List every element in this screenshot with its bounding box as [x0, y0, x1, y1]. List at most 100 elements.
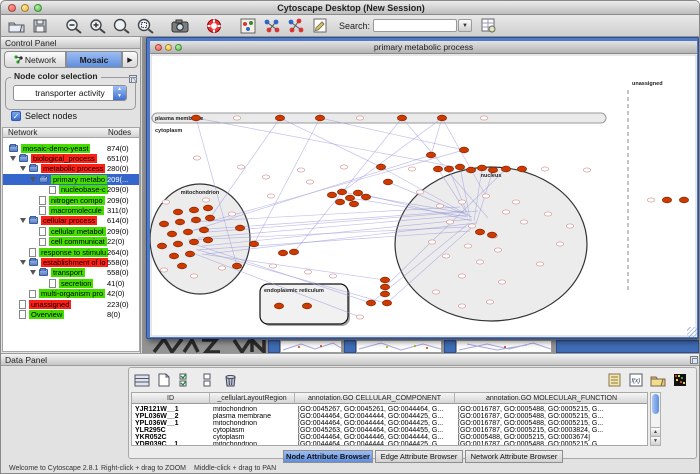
zoom-selected-icon[interactable] — [135, 17, 157, 35]
table-cell[interactable]: mitochondrion — [213, 406, 294, 413]
gene-node[interactable] — [175, 219, 184, 225]
gene-node-unselected[interactable] — [162, 200, 169, 204]
gene-node-unselected[interactable] — [480, 116, 487, 120]
gene-node[interactable] — [679, 197, 688, 203]
gene-node[interactable] — [177, 263, 186, 269]
search-input[interactable] — [373, 19, 457, 32]
table-column-header[interactable]: _cellularLayoutRegion — [210, 393, 295, 404]
table-cell[interactable]: [GO:0044464, GO:0044444, GO:0044425, G..… — [298, 420, 454, 427]
gene-node[interactable] — [361, 194, 370, 200]
gene-node-unselected[interactable] — [416, 190, 423, 194]
gene-node-unselected[interactable] — [306, 180, 313, 184]
gene-node-unselected[interactable] — [233, 116, 240, 120]
gene-node-unselected[interactable] — [432, 290, 439, 294]
title-bar[interactable]: Cytoscape Desktop (New Session) — [1, 1, 700, 15]
gene-node-unselected[interactable] — [458, 274, 465, 278]
table-scrollbar[interactable]: ▲ ▼ — [650, 392, 661, 446]
gene-node-unselected[interactable] — [458, 200, 465, 204]
select-attributes-icon[interactable] — [132, 371, 152, 389]
table-cell[interactable]: mitochondrion — [213, 420, 294, 427]
table-cell[interactable]: [GO:0016787, GO:0005488, GO:0005215, G..… — [458, 413, 648, 420]
gene-node[interactable] — [289, 249, 298, 255]
tree-item-establishment-of-lo[interactable]: establishment of lo558(0) — [3, 257, 139, 267]
background-window-corner[interactable] — [556, 340, 699, 353]
gene-node-unselected[interactable] — [356, 116, 363, 120]
layout-alt-icon[interactable] — [285, 17, 307, 35]
table-cell[interactable]: [GO:0016787, GO:0005488, GO:0005215, G..… — [458, 420, 648, 427]
gene-node[interactable] — [380, 277, 389, 283]
gene-node[interactable] — [477, 165, 486, 171]
gene-node[interactable] — [455, 164, 464, 170]
gene-node[interactable] — [383, 179, 392, 185]
gene-node-unselected[interactable] — [476, 260, 483, 264]
gene-node[interactable] — [353, 190, 362, 196]
tab-mosaic[interactable]: Mosaic — [66, 51, 122, 68]
annotation-icon[interactable] — [309, 17, 331, 35]
resize-grip[interactable] — [687, 327, 697, 337]
gene-node[interactable] — [249, 241, 258, 247]
scrollbar-thumb[interactable] — [652, 394, 659, 414]
gene-node[interactable] — [501, 166, 510, 172]
tree-item-secretion[interactable]: secretion41(0) — [3, 278, 139, 288]
minimize-icon[interactable] — [165, 44, 172, 51]
gene-node[interactable] — [189, 207, 198, 213]
gene-node[interactable] — [327, 192, 336, 198]
tree-item-macromolecule[interactable]: macromolecule311(0) — [3, 205, 139, 215]
gene-node[interactable] — [382, 300, 391, 306]
gene-node[interactable] — [433, 166, 442, 172]
background-window-corner[interactable] — [268, 340, 280, 353]
gene-node[interactable] — [488, 167, 497, 173]
gene-node-unselected[interactable] — [408, 167, 415, 171]
minimize-icon[interactable] — [21, 4, 29, 12]
gene-node[interactable] — [380, 291, 389, 297]
scroll-up-icon[interactable]: ▲ — [651, 427, 660, 436]
background-window-strip[interactable] — [280, 340, 342, 353]
gene-node-unselected[interactable] — [304, 270, 311, 274]
close-icon[interactable] — [8, 4, 16, 12]
tab-network-attribute-browser[interactable]: Network Attribute Browser — [465, 450, 563, 463]
table-cell[interactable]: YPL036W__2 — [135, 413, 209, 420]
gene-node[interactable] — [376, 164, 385, 170]
expander-icon[interactable] — [20, 218, 26, 223]
gene-node[interactable] — [315, 115, 324, 121]
table-cell[interactable]: YLR295C — [135, 427, 209, 434]
gene-node[interactable] — [335, 199, 344, 205]
tab-overflow-icon[interactable]: ▶ — [122, 51, 138, 68]
gene-node-unselected[interactable] — [193, 156, 200, 160]
expander-icon[interactable] — [30, 270, 36, 275]
gene-node[interactable] — [203, 205, 212, 211]
close-icon[interactable] — [155, 44, 162, 51]
snapshot-icon[interactable] — [169, 17, 191, 35]
unselect-all-icon[interactable] — [198, 371, 218, 389]
attribute-form-icon[interactable] — [604, 371, 624, 389]
gene-node[interactable] — [337, 189, 346, 195]
gene-node-unselected[interactable] — [502, 210, 509, 214]
create-attribute-icon[interactable] — [154, 371, 174, 389]
gene-node-unselected[interactable] — [486, 300, 493, 304]
gene-node[interactable] — [397, 115, 406, 121]
float-panel-icon[interactable] — [690, 356, 698, 364]
table-cell[interactable]: plasma membrane — [213, 413, 294, 420]
gene-node-unselected[interactable] — [237, 165, 244, 169]
table-cell[interactable]: [GO:0044464, GO:0044446, GO:0044444, G..… — [298, 434, 454, 441]
table-cell[interactable]: mitochondrion — [213, 441, 294, 446]
gene-node[interactable] — [173, 209, 182, 215]
tree-item-multi-organism-pro[interactable]: multi-organism pro42(0) — [3, 289, 139, 299]
table-column-header[interactable]: annotation.GO MOLECULAR_FUNCTION — [455, 393, 648, 404]
gene-node-unselected[interactable] — [428, 240, 435, 244]
gene-node-unselected[interactable] — [566, 224, 573, 228]
zoom-window-icon[interactable] — [175, 44, 182, 51]
gene-node[interactable] — [662, 197, 671, 203]
gene-node-unselected[interactable] — [228, 212, 235, 216]
node-attribute-table[interactable]: ID_cellularLayoutRegionannotation.GO CEL… — [131, 392, 648, 446]
table-cell[interactable]: YPL036W__1 — [135, 420, 209, 427]
gene-node[interactable] — [437, 115, 446, 121]
gene-node[interactable] — [380, 284, 389, 290]
expander-icon[interactable] — [30, 177, 36, 182]
gene-node-unselected[interactable] — [482, 194, 489, 198]
gene-node-unselected[interactable] — [464, 244, 471, 248]
gene-node[interactable] — [169, 253, 178, 259]
expander-icon[interactable] — [10, 156, 16, 161]
gene-node[interactable] — [167, 231, 176, 237]
table-cell[interactable]: cytoplasm — [213, 434, 294, 441]
